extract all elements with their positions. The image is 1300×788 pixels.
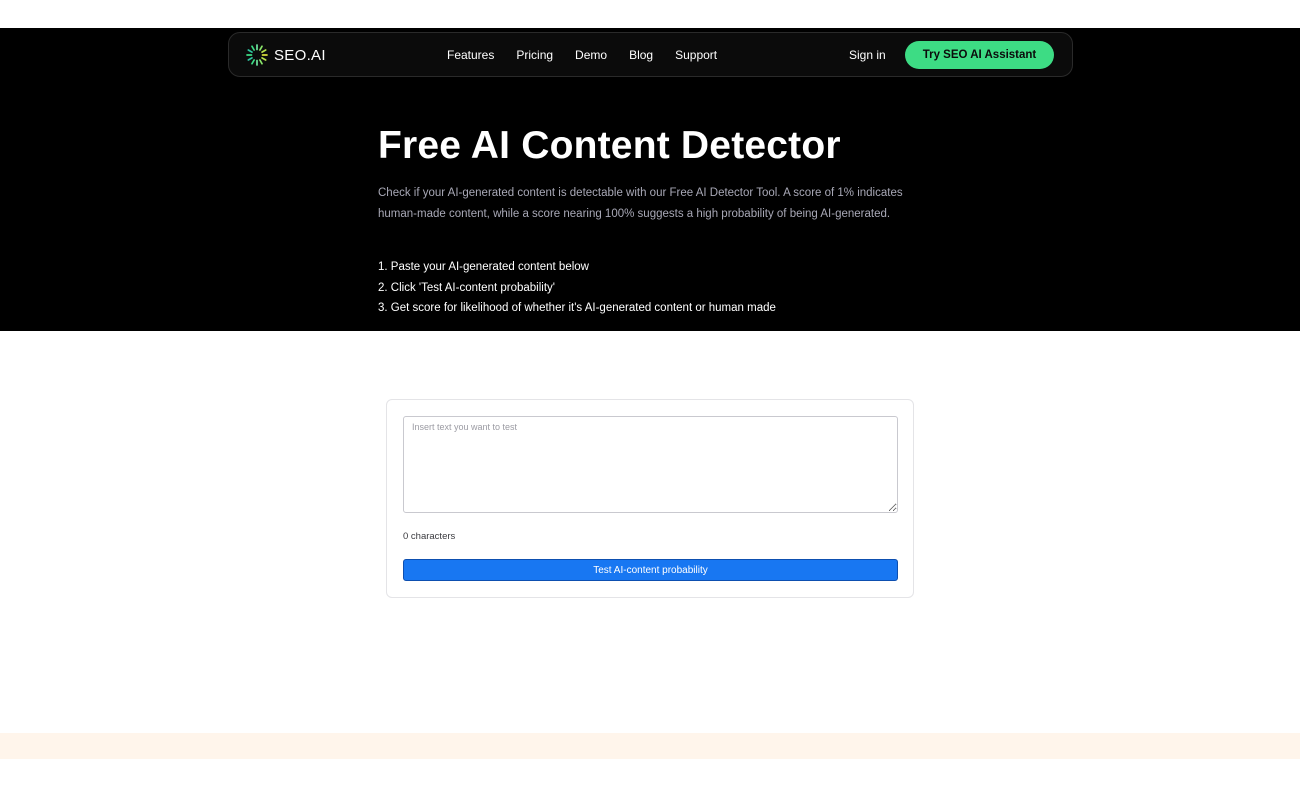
sunburst-logo-icon xyxy=(246,44,268,66)
character-count: 0 characters xyxy=(403,531,456,542)
top-navbar: SEO.AI Features Pricing Demo Blog Suppor… xyxy=(228,32,1073,77)
footer-band xyxy=(0,733,1300,759)
page-title: Free AI Content Detector xyxy=(378,124,841,167)
text-input[interactable] xyxy=(403,416,898,513)
nav-item-blog[interactable]: Blog xyxy=(629,48,653,62)
detector-card: 0 characters Test AI-content probability xyxy=(386,399,914,598)
nav-item-features[interactable]: Features xyxy=(447,48,494,62)
hero-description: Check if your AI-generated content is de… xyxy=(378,187,903,220)
nav-item-demo[interactable]: Demo xyxy=(575,48,607,62)
nav-item-support[interactable]: Support xyxy=(675,48,717,62)
step-item: 3. Get score for likelihood of whether i… xyxy=(378,302,776,314)
step-item: 2. Click 'Test AI-content probability' xyxy=(378,281,555,294)
step-item: 1. Paste your AI-generated content below xyxy=(378,261,589,273)
sign-in-link[interactable]: Sign in xyxy=(849,33,886,76)
hero-section: SEO.AI Features Pricing Demo Blog Suppor… xyxy=(0,28,1300,331)
logo[interactable]: SEO.AI xyxy=(245,43,326,67)
try-seo-ai-assistant-button[interactable]: Try SEO AI Assistant xyxy=(905,41,1054,69)
logo-text: SEO.AI xyxy=(274,46,326,64)
nav-item-pricing[interactable]: Pricing xyxy=(516,48,553,62)
test-ai-content-button[interactable]: Test AI-content probability xyxy=(403,559,898,581)
nav-links: Features Pricing Demo Blog Support xyxy=(447,33,717,76)
steps-list: 1. Paste your AI-generated content below… xyxy=(378,257,776,319)
